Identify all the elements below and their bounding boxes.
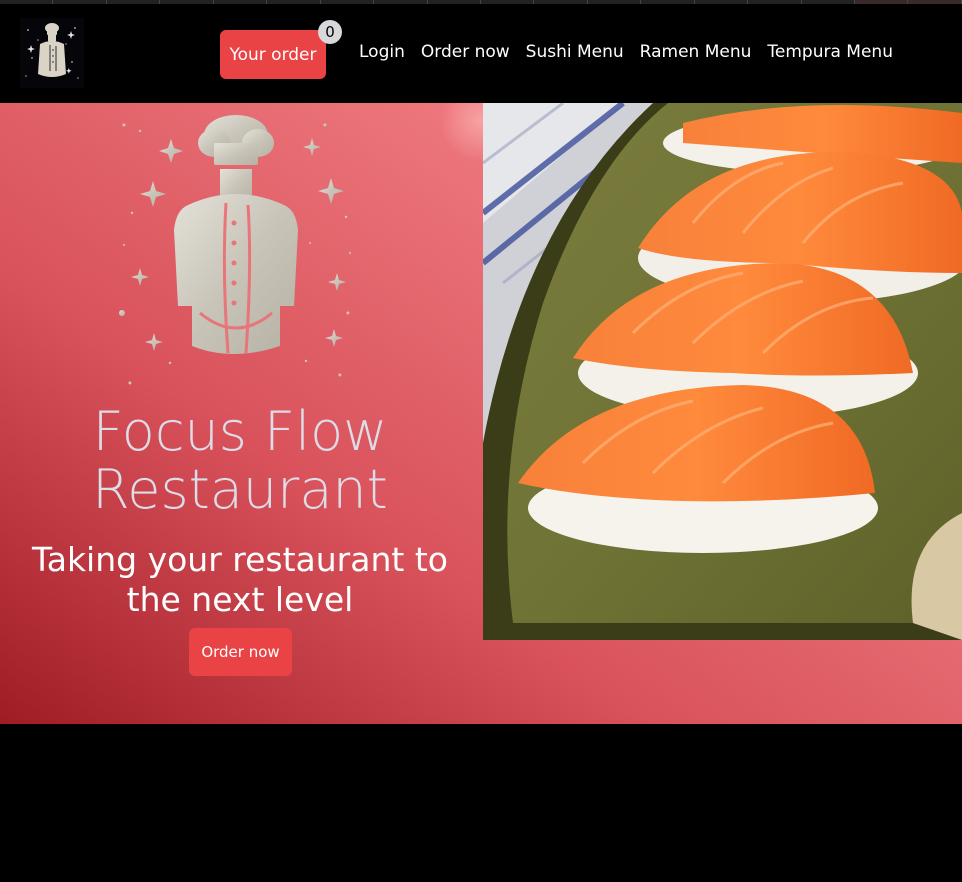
- nav-link-ramen-menu[interactable]: Ramen Menu: [640, 42, 752, 62]
- hero-subtitle: Taking your restaurant to the next level: [32, 540, 448, 619]
- page-bottom-area: [0, 724, 962, 882]
- salmon-nigiri-photo: [483, 103, 962, 640]
- hero-section: Focus Flow Restaurant Taking your restau…: [0, 103, 962, 724]
- hero-title: Focus Flow Restaurant: [92, 400, 388, 521]
- main-nav: Login Order now Sushi Menu Ramen Menu Te…: [359, 42, 893, 62]
- nav-link-sushi-menu[interactable]: Sushi Menu: [526, 42, 624, 62]
- hero-order-now-button[interactable]: Order now: [189, 628, 292, 676]
- nav-link-login[interactable]: Login: [359, 42, 405, 62]
- order-count-badge: 0: [318, 20, 342, 44]
- nav-link-order-now[interactable]: Order now: [421, 42, 510, 62]
- your-order-button[interactable]: Your order: [220, 30, 326, 79]
- chef-illustration-icon: [110, 113, 370, 393]
- chef-logo-icon[interactable]: [20, 18, 84, 88]
- nav-link-tempura-menu[interactable]: Tempura Menu: [767, 42, 893, 62]
- navbar: Your order 0 Login Order now Sushi Menu …: [0, 4, 962, 103]
